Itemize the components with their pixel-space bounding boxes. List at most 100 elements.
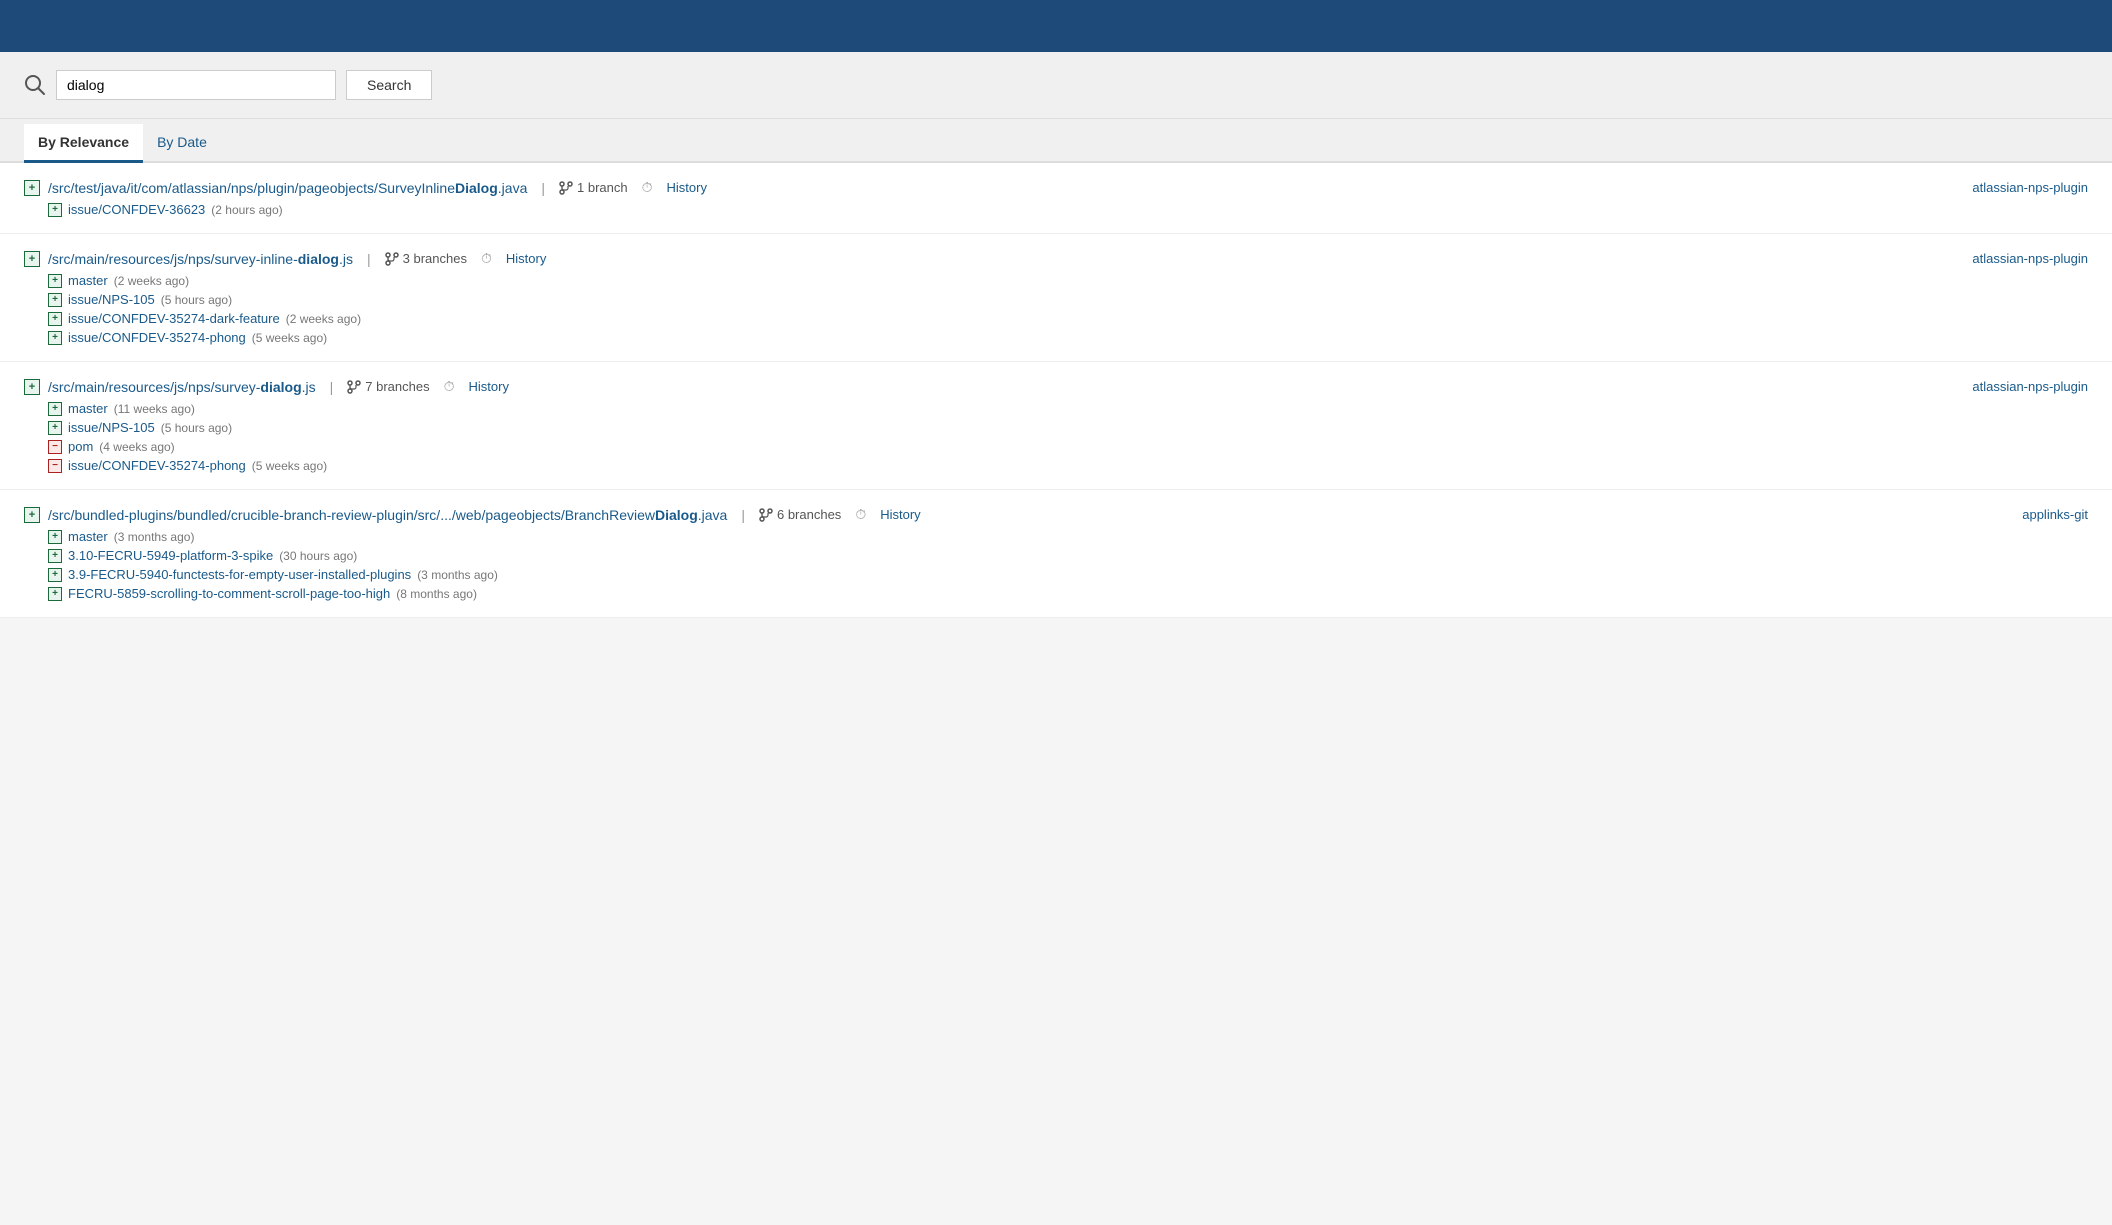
path-before: /src/main/resources/js/nps/survey-inline… (48, 251, 298, 267)
sub-item-time: (11 weeks ago) (114, 402, 195, 416)
expand-icon[interactable]: + (24, 379, 40, 395)
sub-item-link[interactable]: master (68, 529, 108, 544)
separator2: ⏱ (481, 250, 492, 267)
sub-expand-icon[interactable]: + (48, 587, 62, 601)
branch-icon (347, 380, 361, 394)
file-path-link[interactable]: /src/main/resources/js/nps/survey-dialog… (48, 379, 316, 395)
path-highlight: Dialog (655, 507, 698, 523)
branch-info: 1 branch (559, 180, 628, 195)
history-link[interactable]: History (469, 379, 509, 394)
sub-expand-icon[interactable]: + (48, 203, 62, 217)
sub-expand-icon[interactable]: + (48, 274, 62, 288)
separator2: ⏱ (444, 378, 455, 395)
sub-item-time: (30 hours ago) (279, 549, 357, 563)
tabs-bar: By Relevance By Date (0, 119, 2112, 163)
sub-item: + 3.10-FECRU-5949-platform-3-spike (30 h… (48, 548, 2088, 563)
sub-expand-icon[interactable]: + (48, 312, 62, 326)
sub-expand-icon[interactable]: − (48, 459, 62, 473)
sub-expand-icon[interactable]: + (48, 402, 62, 416)
search-button[interactable]: Search (346, 70, 432, 100)
expand-icon[interactable]: + (24, 251, 40, 267)
sub-item-link[interactable]: master (68, 401, 108, 416)
sub-items: + master (3 months ago) + 3.10-FECRU-594… (48, 529, 2088, 601)
sub-item-link[interactable]: master (68, 273, 108, 288)
sub-item-link[interactable]: issue/CONFDEV-35274-phong (68, 458, 246, 473)
separator: | (367, 251, 371, 267)
sub-item: + 3.9-FECRU-5940-functests-for-empty-use… (48, 567, 2088, 582)
separator: | (541, 180, 545, 196)
history-link[interactable]: History (667, 180, 707, 195)
result-item: + /src/test/java/it/com/atlassian/nps/pl… (0, 163, 2112, 234)
tab-by-date[interactable]: By Date (143, 124, 221, 163)
sub-item-link[interactable]: issue/CONFDEV-36623 (68, 202, 205, 217)
path-highlight: Dialog (455, 180, 498, 196)
result-header: + /src/main/resources/js/nps/survey-dial… (24, 378, 2088, 395)
sub-item: − issue/CONFDEV-35274-phong (5 weeks ago… (48, 458, 2088, 473)
sub-item-link[interactable]: issue/CONFDEV-35274-dark-feature (68, 311, 280, 326)
sub-item-link[interactable]: issue/NPS-105 (68, 292, 155, 307)
path-after: .js (302, 379, 316, 395)
sub-expand-icon[interactable]: + (48, 331, 62, 345)
branch-count: 3 branches (403, 251, 467, 266)
expand-icon[interactable]: + (24, 507, 40, 523)
separator: | (741, 507, 745, 523)
sub-expand-icon[interactable]: + (48, 549, 62, 563)
expand-icon[interactable]: + (24, 180, 40, 196)
file-path-link[interactable]: /src/main/resources/js/nps/survey-inline… (48, 251, 353, 267)
branch-count: 1 branch (577, 180, 628, 195)
branch-icon (385, 252, 399, 266)
search-icon (24, 74, 46, 96)
history-link[interactable]: History (880, 507, 920, 522)
sub-item-link[interactable]: issue/CONFDEV-35274-phong (68, 330, 246, 345)
path-after: .js (339, 251, 353, 267)
path-after: .java (498, 180, 528, 196)
sub-items: + issue/CONFDEV-36623 (2 hours ago) (48, 202, 2088, 217)
file-path-link[interactable]: /src/bundled-plugins/bundled/crucible-br… (48, 507, 727, 523)
result-header: + /src/main/resources/js/nps/survey-inli… (24, 250, 2088, 267)
sub-item-link[interactable]: pom (68, 439, 93, 454)
file-path-link[interactable]: /src/test/java/it/com/atlassian/nps/plug… (48, 180, 527, 196)
sub-expand-icon[interactable]: + (48, 293, 62, 307)
branch-info: 6 branches (759, 507, 841, 522)
search-bar: Search (0, 52, 2112, 119)
sub-item: + issue/NPS-105 (5 hours ago) (48, 420, 2088, 435)
separator2: ⏱ (642, 179, 653, 196)
sub-item: − pom (4 weeks ago) (48, 439, 2088, 454)
sub-item: + issue/NPS-105 (5 hours ago) (48, 292, 2088, 307)
separator2: ⏱ (855, 506, 866, 523)
result-header: + /src/bundled-plugins/bundled/crucible-… (24, 506, 2088, 523)
search-input[interactable] (56, 70, 336, 100)
repo-name: atlassian-nps-plugin (1972, 180, 2088, 195)
sub-expand-icon[interactable]: + (48, 421, 62, 435)
branch-icon (759, 508, 773, 522)
tab-by-relevance[interactable]: By Relevance (24, 124, 143, 163)
sub-item-time: (5 hours ago) (161, 421, 232, 435)
sub-expand-icon[interactable]: + (48, 568, 62, 582)
sub-item-link[interactable]: 3.10-FECRU-5949-platform-3-spike (68, 548, 273, 563)
results-container: + /src/test/java/it/com/atlassian/nps/pl… (0, 163, 2112, 618)
path-before: /src/main/resources/js/nps/survey- (48, 379, 260, 395)
sub-item: + master (3 months ago) (48, 529, 2088, 544)
sub-item-time: (3 months ago) (417, 568, 498, 582)
sub-item-link[interactable]: FECRU-5859-scrolling-to-comment-scroll-p… (68, 586, 390, 601)
sub-item-link[interactable]: 3.9-FECRU-5940-functests-for-empty-user-… (68, 567, 411, 582)
sub-expand-icon[interactable]: − (48, 440, 62, 454)
sub-item-time: (8 months ago) (396, 587, 477, 601)
result-item: + /src/main/resources/js/nps/survey-dial… (0, 362, 2112, 490)
sub-item-link[interactable]: issue/NPS-105 (68, 420, 155, 435)
sub-item-time: (2 weeks ago) (114, 274, 189, 288)
separator: | (330, 379, 334, 395)
branch-info: 3 branches (385, 251, 467, 266)
path-after: .java (698, 507, 728, 523)
sub-item-time: (2 hours ago) (211, 203, 282, 217)
sub-expand-icon[interactable]: + (48, 530, 62, 544)
sub-item: + master (2 weeks ago) (48, 273, 2088, 288)
path-before: /src/test/java/it/com/atlassian/nps/plug… (48, 180, 455, 196)
sub-item-time: (5 hours ago) (161, 293, 232, 307)
branch-info: 7 branches (347, 379, 429, 394)
sub-item: + master (11 weeks ago) (48, 401, 2088, 416)
branch-count: 6 branches (777, 507, 841, 522)
sub-items: + master (2 weeks ago) + issue/NPS-105 (… (48, 273, 2088, 345)
path-before: /src/bundled-plugins/bundled/crucible-br… (48, 507, 655, 523)
history-link[interactable]: History (506, 251, 546, 266)
